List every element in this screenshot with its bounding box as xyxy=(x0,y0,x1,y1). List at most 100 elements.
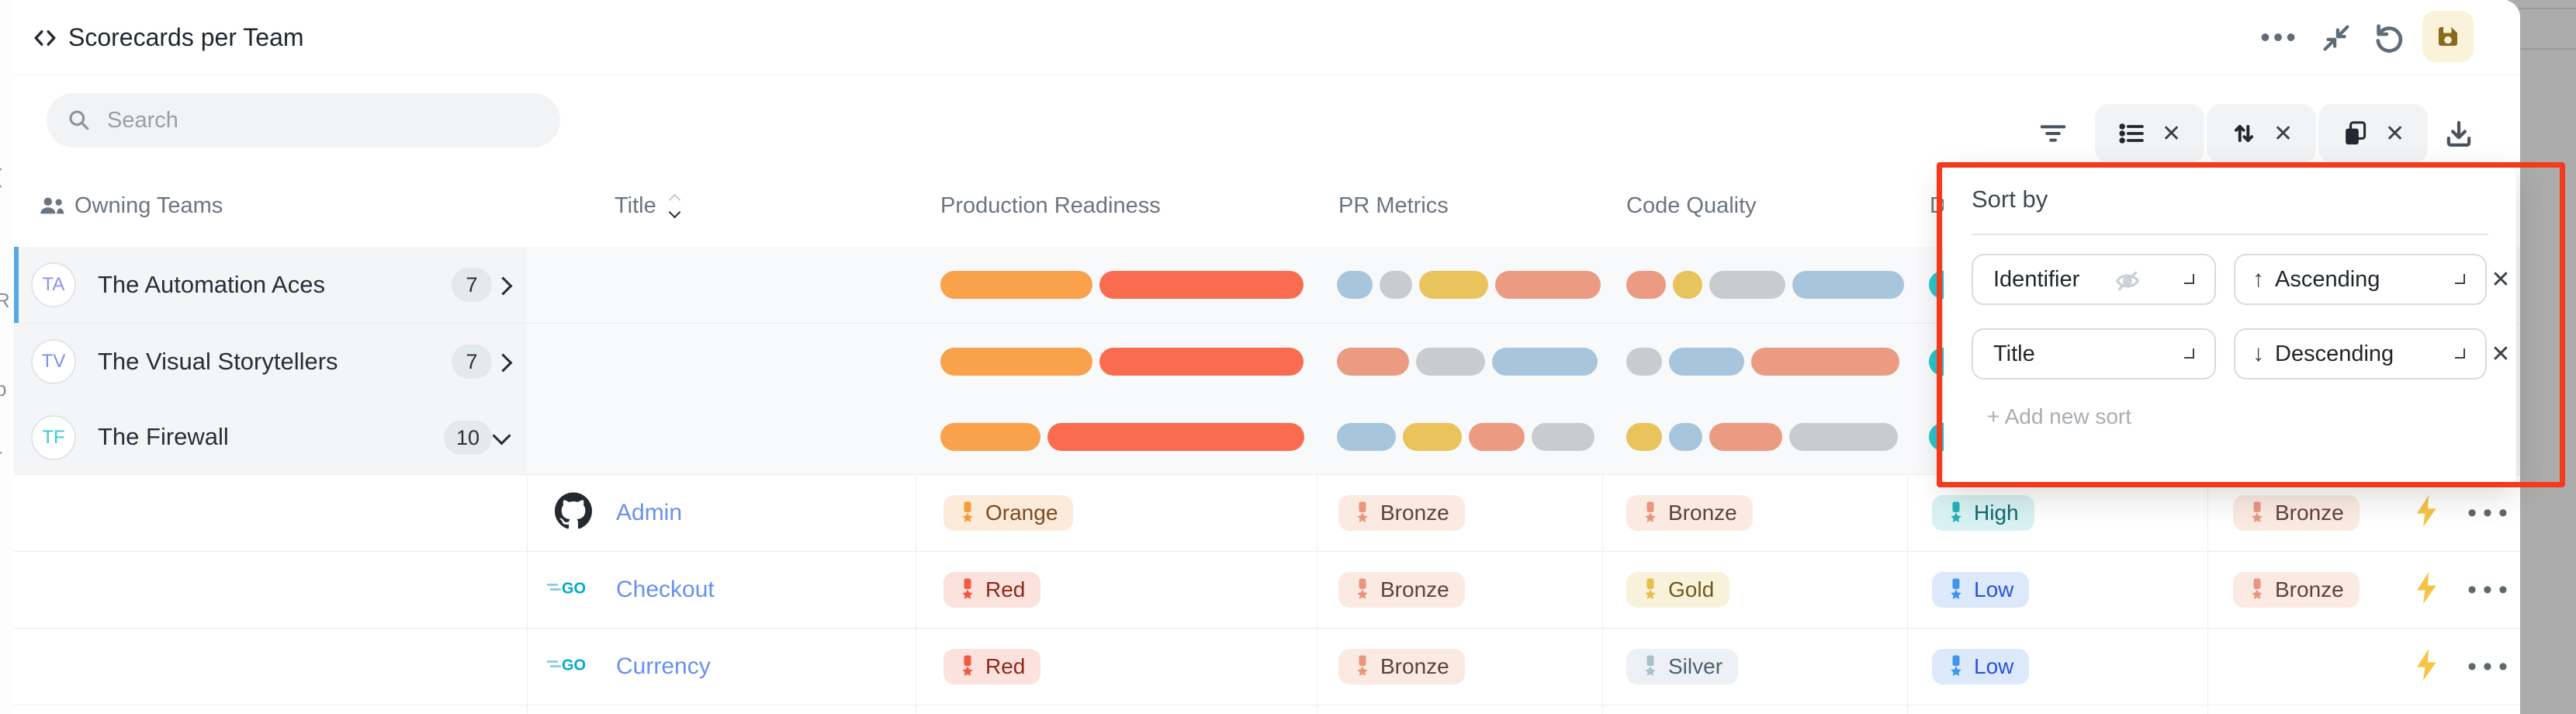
column-header-title[interactable]: Title xyxy=(615,165,656,247)
background-fragment: p xyxy=(0,377,6,401)
descending-arrow-icon: ↓ xyxy=(2252,341,2264,367)
team-avatar: TF xyxy=(31,415,76,460)
remove-sort-icon[interactable]: ✕ xyxy=(2487,254,2515,305)
group-toggle[interactable]: ✕ xyxy=(2318,104,2428,163)
lightning-icon[interactable] xyxy=(2412,494,2441,533)
column-header-pr-metrics[interactable]: PR Metrics xyxy=(1338,165,1449,247)
scorecard-count-badge: 7 xyxy=(452,268,492,302)
collapse-icon[interactable] xyxy=(2318,20,2354,56)
production-readiness-bars[interactable] xyxy=(940,348,1311,376)
lightning-icon[interactable] xyxy=(2412,647,2441,687)
column-divider xyxy=(1907,475,1908,714)
team-name: The Firewall xyxy=(98,400,229,474)
more-menu-icon[interactable]: ••• xyxy=(2256,0,2303,75)
row-menu-icon[interactable]: ••• xyxy=(2458,552,2523,628)
pr-metrics-bars[interactable] xyxy=(1337,348,1605,376)
divider xyxy=(1972,234,2488,235)
service-link[interactable]: Checkout xyxy=(616,552,715,628)
chevron-down-icon xyxy=(2184,274,2194,284)
team-avatar: TA xyxy=(31,262,76,307)
selected-row-accent xyxy=(14,247,19,323)
remove-sort-icon[interactable]: ✕ xyxy=(2487,328,2515,380)
header-bar xyxy=(14,0,2520,75)
background-page-left: ( R p r xyxy=(0,0,14,714)
service-row[interactable]: GO Currency Red Bronze Silver Low ••• xyxy=(14,629,2520,705)
search-box[interactable] xyxy=(47,93,560,147)
sort-arrows-icon xyxy=(2230,120,2258,147)
row-menu-icon[interactable]: ••• xyxy=(2458,629,2523,705)
service-row[interactable]: Admin Orange Bronze Bronze High Bronze •… xyxy=(14,475,2520,552)
code-quality-bars[interactable] xyxy=(1626,348,1906,376)
pr-metrics-badge: Bronze xyxy=(1338,649,1465,685)
team-name: The Visual Storytellers xyxy=(98,324,338,400)
svg-text:GO: GO xyxy=(562,657,586,674)
pr-metrics-bars[interactable] xyxy=(1337,423,1601,451)
production-readiness-badge: Orange xyxy=(943,495,1073,531)
close-icon[interactable]: ✕ xyxy=(2385,120,2405,147)
sort-direction-select[interactable]: ↑ Ascending xyxy=(2234,254,2487,305)
deployment-badge: Low xyxy=(1932,572,2029,608)
add-new-sort-button[interactable]: + Add new sort xyxy=(1987,404,2131,429)
go-icon: GO xyxy=(546,654,599,680)
close-icon[interactable]: ✕ xyxy=(2162,120,2181,147)
code-quality-bars[interactable] xyxy=(1626,271,1911,299)
svg-text:GO: GO xyxy=(562,581,586,598)
lightning-icon[interactable] xyxy=(2412,570,2441,610)
row-menu-icon[interactable]: ••• xyxy=(2458,475,2523,551)
service-row[interactable]: GO Checkout Red Bronze Gold Low Bronze •… xyxy=(14,552,2520,629)
chevron-down-icon xyxy=(2184,348,2194,359)
chevron-down-icon xyxy=(2455,274,2465,284)
download-icon[interactable] xyxy=(2443,104,2475,163)
service-link[interactable]: Currency xyxy=(616,629,711,705)
ascending-arrow-icon: ↑ xyxy=(2252,266,2264,293)
code-quality-badge: Bronze xyxy=(1626,495,1753,531)
production-readiness-bars[interactable] xyxy=(940,423,1311,451)
close-icon[interactable]: ✕ xyxy=(2273,120,2293,147)
column-header-code-quality[interactable]: Code Quality xyxy=(1626,165,1757,247)
service-link[interactable]: Admin xyxy=(616,475,682,551)
sort-rule-row: Identifier ↑ Ascending ✕ xyxy=(1944,254,2516,305)
page-title: Scorecards per Team xyxy=(68,0,304,75)
sort-desc-caret-icon[interactable] xyxy=(669,206,681,219)
undo-icon[interactable] xyxy=(2371,20,2407,56)
background-fragment: R xyxy=(0,289,10,313)
avatar-initials: TF xyxy=(42,427,64,449)
sort-field-value: Identifier xyxy=(1993,267,2079,293)
background-fragment: ( xyxy=(0,165,2,189)
pr-metrics-bars[interactable] xyxy=(1337,271,1608,299)
copy-stack-icon xyxy=(2342,120,2370,147)
pr-metrics-badge: Bronze xyxy=(1338,572,1465,608)
go-icon: GO xyxy=(546,577,599,603)
avatar-initials: TV xyxy=(42,351,66,373)
production-readiness-badge: Red xyxy=(943,572,1040,608)
sort-direction-select[interactable]: ↓ Descending xyxy=(2234,328,2487,380)
list-icon xyxy=(2118,120,2146,147)
filter-icon[interactable] xyxy=(2038,104,2069,163)
search-input[interactable] xyxy=(106,107,512,134)
production-readiness-bars[interactable] xyxy=(940,271,1311,299)
list-view-toggle[interactable]: ✕ xyxy=(2095,104,2204,163)
search-icon xyxy=(67,108,92,133)
sort-asc-caret-icon[interactable] xyxy=(669,194,681,206)
sort-toggle[interactable]: ✕ xyxy=(2207,104,2316,163)
pr-metrics-badge: Bronze xyxy=(1338,495,1465,531)
sort-rule-row: Title ↓ Descending ✕ xyxy=(1944,328,2516,380)
sort-field-select[interactable]: Title xyxy=(1972,328,2216,380)
eye-off-icon xyxy=(2114,268,2141,300)
team-avatar: TV xyxy=(31,339,76,384)
save-icon xyxy=(2434,23,2462,50)
code-quality-bars[interactable] xyxy=(1626,423,1905,451)
chevron-down-icon xyxy=(2455,348,2465,359)
screenshot-canvas: ( R p r Scorecards per Team ••• ✕ ✕ ✕ xyxy=(0,0,2576,714)
column-header-production-readiness[interactable]: Production Readiness xyxy=(940,165,1161,247)
sort-field-select[interactable]: Identifier xyxy=(1972,254,2216,305)
sort-direction-value: Ascending xyxy=(2275,267,2380,293)
column-header-owning-teams[interactable]: Owning Teams xyxy=(74,165,223,247)
save-button[interactable] xyxy=(2422,11,2474,62)
code-icon xyxy=(31,24,59,52)
sort-direction-value: Descending xyxy=(2275,341,2394,367)
column-divider xyxy=(527,475,528,714)
code-quality-badge: Gold xyxy=(1626,572,1729,608)
team-name: The Automation Aces xyxy=(98,247,325,323)
github-icon xyxy=(555,493,592,534)
